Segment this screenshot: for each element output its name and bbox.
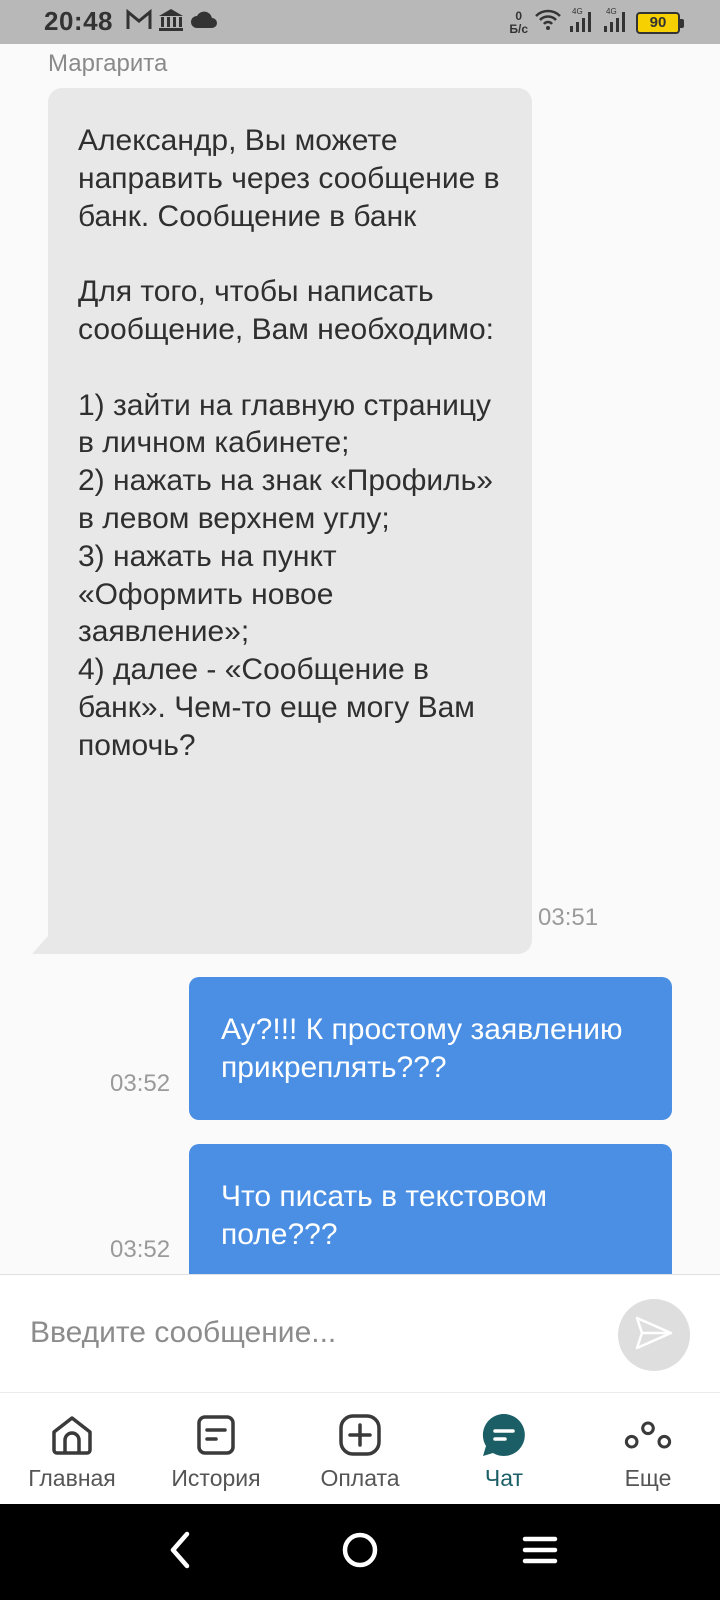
- message-outgoing[interactable]: Что писать в текстовом поле???: [189, 1144, 672, 1274]
- message-outgoing[interactable]: Ау?!!! К простому заявлению прикреплять?…: [189, 977, 672, 1120]
- message-time: 03:52: [110, 1070, 171, 1097]
- more-icon: [624, 1411, 672, 1459]
- mail-icon: [126, 8, 152, 36]
- home-circle-icon: [340, 1530, 380, 1575]
- notification-icons: [126, 8, 218, 37]
- signal-4g-icon: 4G: [568, 6, 596, 39]
- recents-button[interactable]: [510, 1522, 570, 1582]
- battery-level: 90: [649, 14, 667, 31]
- message-time: 03:51: [538, 904, 599, 931]
- tab-label: Чат: [484, 1465, 524, 1491]
- home-button[interactable]: [330, 1522, 390, 1582]
- message-incoming[interactable]: Александр, Вы можете направить через соо…: [32, 88, 532, 954]
- menu-icon: [522, 1534, 558, 1571]
- message-time: 03:52: [110, 1236, 171, 1263]
- system-icons: 0 Б/с 4G 4G 90: [509, 6, 684, 39]
- wifi-icon: [534, 8, 562, 37]
- send-button[interactable]: [618, 1299, 690, 1371]
- message-composer: [0, 1274, 720, 1392]
- system-navigation-bar: [0, 1504, 720, 1600]
- network-speed-unit: Б/с: [509, 21, 528, 36]
- tab-label: Оплата: [320, 1465, 400, 1491]
- signal-4g-icon: 4G: [602, 6, 630, 39]
- tab-chat[interactable]: Чат: [432, 1393, 576, 1505]
- bank-icon: [158, 8, 184, 37]
- svg-text:4G: 4G: [572, 7, 583, 16]
- chat-icon: [480, 1411, 528, 1459]
- cloud-icon: [190, 10, 218, 35]
- tab-home[interactable]: Главная: [0, 1393, 144, 1505]
- bottom-tab-bar: Главная История Оплата Чат Еще: [0, 1392, 720, 1504]
- tab-label: История: [171, 1465, 261, 1491]
- tab-label: Главная: [28, 1465, 116, 1491]
- payment-plus-icon: [336, 1411, 384, 1459]
- svg-text:4G: 4G: [606, 7, 617, 16]
- back-button[interactable]: [150, 1522, 210, 1582]
- back-icon: [165, 1530, 195, 1575]
- history-icon: [192, 1411, 240, 1459]
- chat-messages[interactable]: Маргарита Александр, Вы можете направить…: [0, 44, 720, 1274]
- message-input[interactable]: [30, 1311, 590, 1355]
- status-bar: 20:48 0 Б/с 4G 4G 90: [0, 0, 720, 44]
- sender-name: Маргарита: [48, 50, 168, 77]
- home-icon: [48, 1411, 96, 1459]
- network-speed-value: 0: [515, 8, 523, 23]
- tab-payment[interactable]: Оплата: [288, 1393, 432, 1505]
- tab-label: Еще: [624, 1465, 672, 1491]
- tab-more[interactable]: Еще: [576, 1393, 720, 1505]
- tab-history[interactable]: История: [144, 1393, 288, 1505]
- battery-icon: 90: [636, 11, 684, 34]
- send-icon: [635, 1316, 673, 1355]
- status-time: 20:48: [44, 6, 113, 36]
- network-speed: 0 Б/с: [509, 8, 528, 36]
